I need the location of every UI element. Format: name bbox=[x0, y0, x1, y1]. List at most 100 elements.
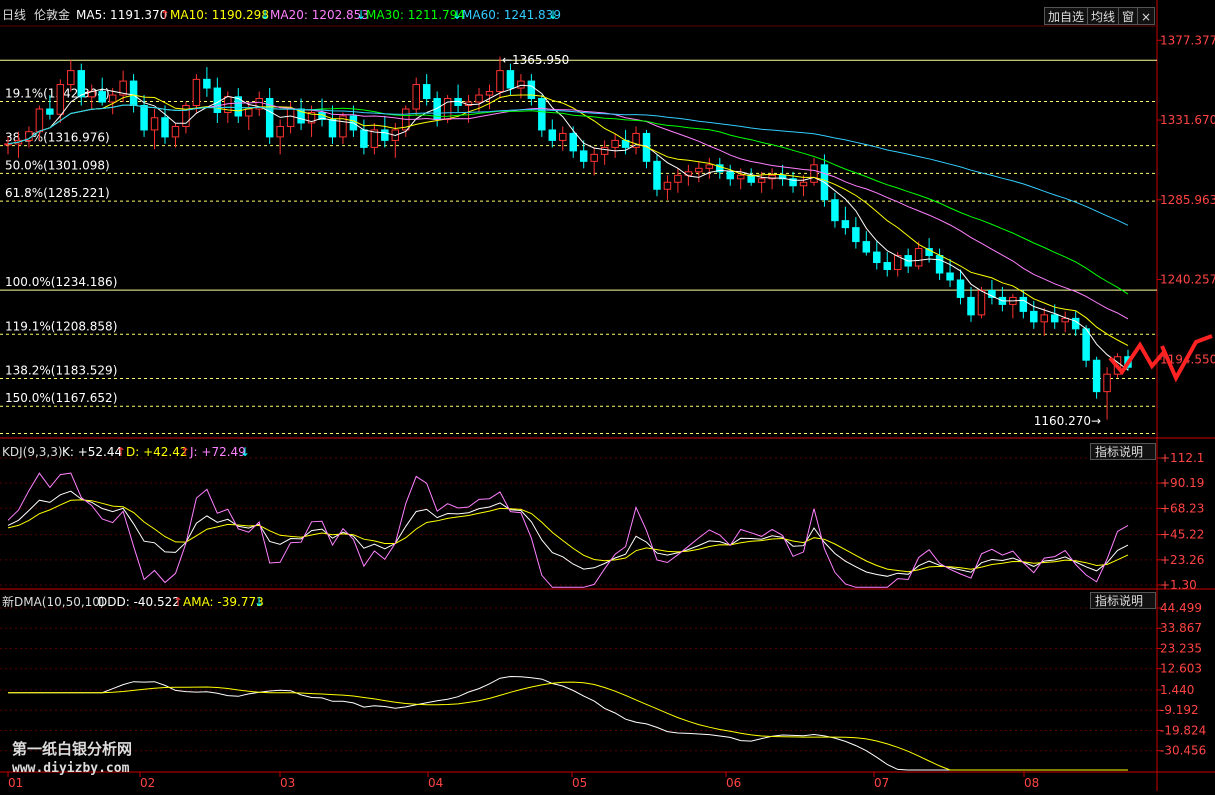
candle-body bbox=[883, 262, 891, 271]
candle-body bbox=[286, 108, 295, 127]
candle-body bbox=[1103, 373, 1111, 393]
kdj-axis-label: +45.22 bbox=[1160, 528, 1204, 542]
candle-body bbox=[726, 171, 734, 180]
candle-body bbox=[569, 132, 577, 152]
candle-body bbox=[381, 129, 389, 141]
fib-label: 119.1%(1208.858) bbox=[5, 319, 117, 333]
moving-average-button[interactable]: 均线 bbox=[1087, 7, 1119, 25]
candle-body bbox=[412, 84, 420, 110]
candle-body bbox=[831, 199, 839, 222]
candle-body bbox=[600, 146, 609, 155]
chart-stage[interactable]: 1377.377 1331.670 1285.963 1240.257 1194.550… bbox=[0, 0, 1215, 791]
candle-body bbox=[171, 125, 180, 138]
candle-body bbox=[695, 167, 703, 173]
candle-body bbox=[245, 108, 253, 117]
candle-body bbox=[422, 84, 431, 100]
price-axis-label: 1331.670 bbox=[1160, 113, 1215, 127]
dma-axis-label: 23.235 bbox=[1160, 641, 1202, 655]
candle-body bbox=[705, 164, 714, 169]
month-label: 02 bbox=[140, 776, 155, 790]
kdj-j-value: J: +72.49 bbox=[190, 445, 246, 459]
candle-body bbox=[1082, 328, 1090, 361]
dma-name: 新DMA(10,50,10) bbox=[2, 595, 105, 609]
candle-body bbox=[161, 117, 169, 138]
ma60-arrow: ↓ bbox=[548, 8, 559, 22]
candle-body bbox=[946, 272, 954, 281]
candle-body bbox=[35, 108, 44, 133]
candle-body bbox=[276, 125, 284, 138]
kdj-k-value: K: +52.44 bbox=[62, 445, 123, 459]
candle-body bbox=[1040, 314, 1049, 323]
candle-body bbox=[475, 94, 483, 103]
ma10-arrow: ↓ bbox=[260, 8, 271, 22]
candle-body bbox=[328, 118, 337, 138]
candle-body bbox=[663, 181, 672, 190]
candle-body bbox=[548, 129, 557, 141]
dma-help-button[interactable]: 指标说明 bbox=[1090, 592, 1156, 609]
candle-body bbox=[496, 70, 504, 93]
close-button[interactable]: × bbox=[1137, 7, 1155, 25]
month-label: 03 bbox=[280, 776, 295, 790]
kdj-axis-label: +90.19 bbox=[1160, 476, 1204, 490]
candle-body bbox=[873, 251, 881, 264]
watermark-url: www.diyizby.com bbox=[12, 761, 130, 776]
candle-body bbox=[538, 98, 546, 131]
kdj-axis-label: +68.23 bbox=[1160, 501, 1204, 515]
ma30-arrow: ↓ bbox=[452, 8, 463, 22]
candle-body bbox=[527, 80, 536, 100]
candle-body bbox=[841, 220, 850, 229]
kdj-axis-label: +112.1 bbox=[1160, 451, 1204, 465]
candle-body bbox=[1092, 359, 1101, 393]
candle-body bbox=[77, 70, 86, 98]
dma-axis-label: 12.603 bbox=[1160, 662, 1202, 676]
dma-axis-label: 1.440 bbox=[1160, 683, 1194, 697]
ma20-label: MA20: 1202.853 bbox=[270, 8, 369, 22]
kdj-d-value: D: +42.42 bbox=[126, 445, 188, 459]
candle-body bbox=[956, 279, 965, 298]
candle-body bbox=[559, 132, 567, 141]
dma-ama-value: AMA: -39.773 bbox=[183, 595, 264, 609]
dma-axis-label: 33.867 bbox=[1160, 621, 1202, 635]
candle-body bbox=[674, 174, 682, 183]
kdj-axis-label: +23.26 bbox=[1160, 553, 1204, 567]
ma30-label: MA30: 1211.794 bbox=[366, 8, 465, 22]
kdj-axis-label: +1.30 bbox=[1160, 578, 1197, 592]
candle-body bbox=[108, 94, 117, 103]
candle-body bbox=[4, 143, 12, 146]
fib-label: 100.0%(1234.186) bbox=[5, 275, 117, 289]
ma60-label: MA60: 1241.839 bbox=[462, 8, 561, 22]
candle-body bbox=[360, 129, 368, 148]
period-label: 日线 bbox=[2, 8, 27, 22]
kdj-d-arrow: ↑ bbox=[180, 445, 191, 459]
candle-body bbox=[1050, 314, 1059, 323]
candle-body bbox=[67, 70, 75, 86]
ma5-arrow: ↑ bbox=[160, 8, 171, 22]
dma-ddd-line bbox=[8, 675, 1128, 771]
kdj-help-button[interactable]: 指标说明 bbox=[1090, 443, 1156, 460]
high-marker: ←1365.950 bbox=[502, 53, 569, 67]
fib-label: 138.2%(1183.529) bbox=[5, 364, 117, 378]
candle-body bbox=[192, 78, 201, 107]
symbol-label: 伦敦金 bbox=[34, 8, 71, 22]
ma5-label: MA5: 1191.370 bbox=[76, 8, 168, 22]
fib-label: 61.8%(1285.221) bbox=[5, 186, 110, 200]
candle-body bbox=[46, 108, 54, 115]
candle-body bbox=[579, 150, 588, 162]
candle-body bbox=[140, 105, 148, 131]
fib-label: 50.0%(1301.098) bbox=[5, 158, 110, 172]
candle-body bbox=[203, 78, 211, 89]
dma-axis-label: 44.499 bbox=[1160, 601, 1202, 615]
dma-axis-label: -9.192 bbox=[1160, 703, 1199, 717]
chart-svg[interactable]: 1377.3771331.6701285.9631240.2571194.550… bbox=[0, 0, 1215, 791]
candle-body bbox=[736, 174, 745, 180]
window-button[interactable]: 窗 bbox=[1118, 7, 1138, 25]
month-label: 08 bbox=[1024, 776, 1039, 790]
candle-body bbox=[56, 84, 65, 115]
candle-body bbox=[967, 296, 975, 316]
add-watchlist-button[interactable]: 加自选 bbox=[1044, 7, 1088, 25]
candle-body bbox=[150, 117, 159, 131]
candle-body bbox=[799, 181, 808, 187]
price-axis-label: 1377.377 bbox=[1160, 33, 1215, 47]
kdj-name: KDJ(9,3,3) bbox=[2, 445, 63, 459]
candle-body bbox=[590, 153, 598, 162]
